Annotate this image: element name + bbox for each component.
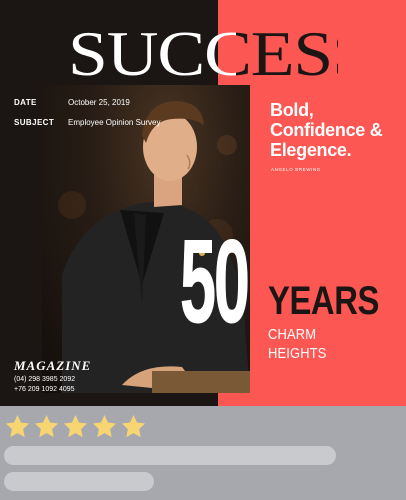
subject-value: Employee Opinion Survey [68,118,161,127]
phone-number-1: (04) 298 3985 2092 [14,376,76,383]
headline-line-2: Confidence & [270,120,383,140]
date-value: October 25, 2019 [68,98,130,107]
author-name: ANGELO BREWING [271,167,321,172]
date-label: DATE [14,98,37,107]
star-icon[interactable] [120,413,147,440]
anniversary-unit: YEARS [268,279,379,323]
magazine-cover: SUCCESS SUCCESS DATE October 25, 2019 SU… [0,0,406,406]
placeholder-bar-1 [4,446,336,465]
anniversary-number: 50 [180,216,251,349]
phone-number-2: +76 209 1092 4095 [14,386,75,393]
headline-line-1: Bold, [270,100,314,120]
tagline-line-2: HEIGHTS [268,345,327,362]
magazine-label: MAGAZINE [14,358,92,373]
star-icon[interactable] [33,413,60,440]
star-icon[interactable] [4,413,31,440]
placeholder-bar-2 [4,472,154,491]
subject-label: SUBJECT [14,118,55,127]
star-icon[interactable] [91,413,118,440]
star-icon[interactable] [62,413,89,440]
headline-line-3: Elegence. [270,140,352,160]
star-rating[interactable] [4,413,147,440]
anniversary-tagline: CHARM HEIGHTS [268,325,327,363]
cover-headline: Bold, Confidence & Elegence. [270,100,406,160]
tagline-line-1: CHARM [268,326,317,343]
masthead-title: SUCCESS SUCCESS [68,18,338,90]
